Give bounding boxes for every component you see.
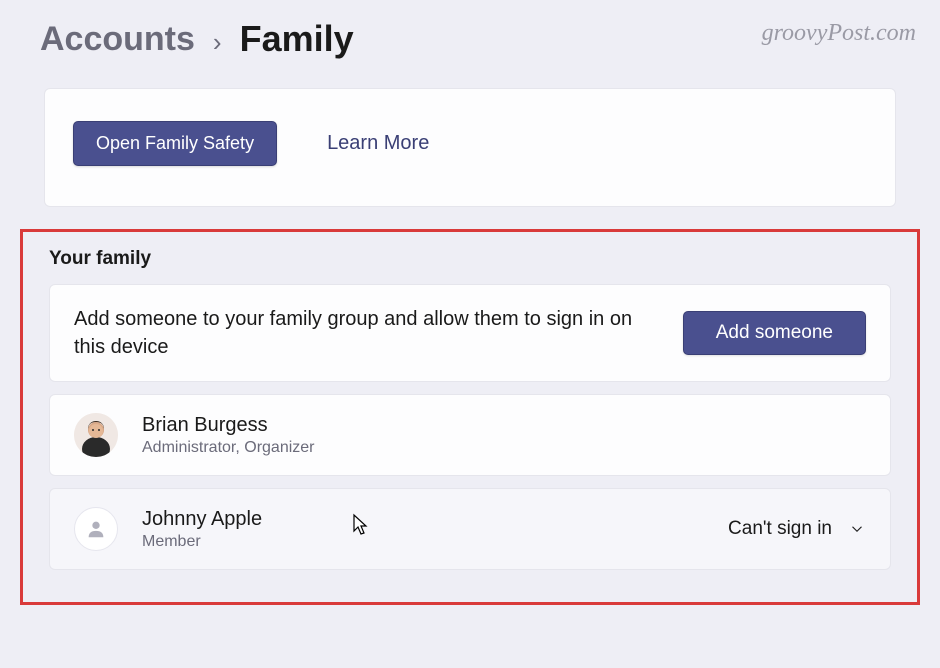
breadcrumb-parent[interactable]: Accounts xyxy=(40,20,195,59)
add-someone-button[interactable]: Add someone xyxy=(683,311,866,355)
member-name: Johnny Apple xyxy=(142,508,262,531)
section-title: Your family xyxy=(35,246,905,284)
breadcrumb-current: Family xyxy=(240,18,354,60)
add-description: Add someone to your family group and all… xyxy=(74,305,654,361)
member-info: Brian Burgess Administrator, Organizer xyxy=(142,414,315,457)
your-family-section: Your family Add someone to your family g… xyxy=(20,229,920,605)
family-member-row[interactable]: Brian Burgess Administrator, Organizer xyxy=(49,394,891,476)
member-info: Johnny Apple Member xyxy=(142,508,262,551)
add-someone-card: Add someone to your family group and all… xyxy=(49,284,891,382)
avatar xyxy=(74,507,118,551)
chevron-down-icon xyxy=(848,520,866,538)
chevron-right-icon: › xyxy=(213,27,222,58)
watermark: groovyPost.com xyxy=(762,20,916,47)
family-member-row[interactable]: Johnny Apple Member Can't sign in xyxy=(49,488,891,570)
member-role: Member xyxy=(142,533,262,551)
open-family-safety-button[interactable]: Open Family Safety xyxy=(73,121,277,166)
learn-more-link[interactable]: Learn More xyxy=(327,132,429,155)
member-role: Administrator, Organizer xyxy=(142,439,315,457)
person-placeholder-icon xyxy=(85,518,107,540)
member-name: Brian Burgess xyxy=(142,414,315,437)
member-status: Can't sign in xyxy=(728,518,832,540)
cursor-icon xyxy=(352,513,370,537)
avatar-person-icon xyxy=(74,413,118,457)
member-status-area: Can't sign in xyxy=(728,518,866,540)
family-safety-card: Open Family Safety Learn More xyxy=(44,88,896,207)
avatar xyxy=(74,413,118,457)
